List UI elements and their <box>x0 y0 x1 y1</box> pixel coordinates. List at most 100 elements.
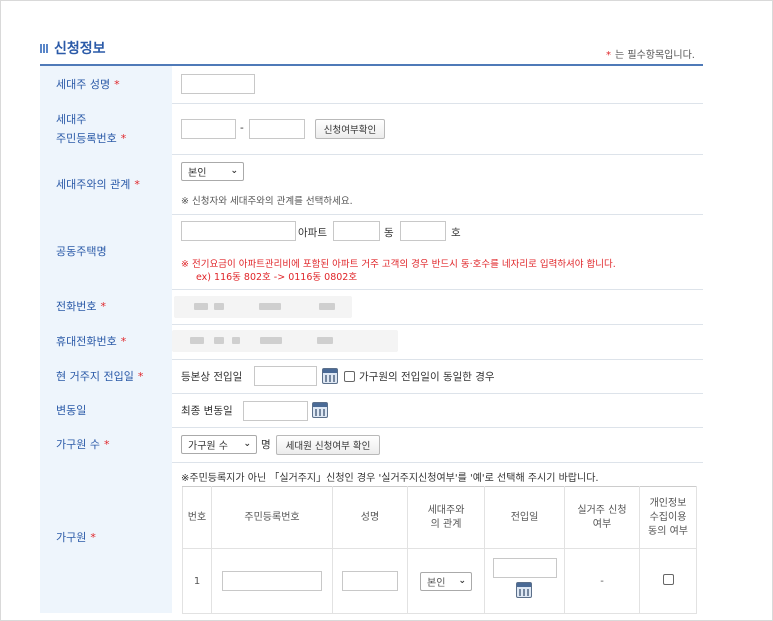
required-star: * <box>606 50 611 61</box>
change-date-prefix: 최종 변동일 <box>181 405 233 417</box>
member-move-in-cell <box>484 548 565 614</box>
label-move-in-date: 현 거주지 전입일 * <box>40 359 172 393</box>
required-star: * <box>137 369 144 383</box>
relation-note: ※ 신청자와 세대주와의 관계를 선택하세요. <box>181 196 353 207</box>
required-star: * <box>120 131 127 145</box>
label-relation: 세대주와의 관계 * <box>40 154 172 214</box>
required-star: * <box>134 177 140 191</box>
member-rrn-input[interactable] <box>222 571 322 591</box>
chevron-down-icon: ⌄ <box>230 166 238 176</box>
required-star: * <box>120 335 127 348</box>
phone-input-group-redacted[interactable] <box>174 296 352 318</box>
label-text: 가구원 수 <box>56 438 100 451</box>
apartment-warning-note: ※ 전기요금이 아파트관리비에 포함된 아파트 거주 고객의 경우 반드시 동·… <box>181 259 616 270</box>
col-header: 주민등록번호 <box>211 486 333 549</box>
application-form-table: 세대주 성명 * 세대주 주민등록번호 * - 신청여부확인 세대주와의 관계 * 본인… <box>40 64 703 614</box>
table-row: 1 본인 ⌄ - <box>182 548 697 614</box>
col-header: 실거주 신청 여부 <box>564 486 640 549</box>
check-application-button[interactable]: 신청여부확인 <box>315 119 385 139</box>
apartment-example-note: ex) 116동 802호 -> 0116동 0802호 <box>196 272 358 283</box>
col-header: 번호 <box>182 486 212 549</box>
required-star: * <box>100 300 106 313</box>
member-move-in-input[interactable] <box>493 558 557 578</box>
member-name-cell <box>332 548 408 614</box>
label-change-date: 변동일 <box>40 393 172 427</box>
required-note-text: 는 필수항목입니다. <box>615 50 695 61</box>
calendar-icon[interactable] <box>516 582 532 598</box>
member-real-residence: - <box>564 548 640 614</box>
row-relation: 세대주와의 관계 * 본인 ⌄ ※ 신청자와 세대주와의 관계를 선택하세요. <box>40 154 703 215</box>
label-text: 가구원 <box>56 531 87 544</box>
required-star: * <box>103 438 110 451</box>
row-change-date: 변동일 최종 변동일 <box>40 393 703 428</box>
apartment-name-input[interactable] <box>181 221 296 241</box>
member-relation-value: 본인 <box>427 577 446 589</box>
section-title: 신청정보 <box>40 38 106 58</box>
dong-suffix: 동 <box>384 227 394 239</box>
member-count-select[interactable]: 가구원 수 ⌄ <box>181 435 257 454</box>
member-application-check-button[interactable]: 세대원 신청여부 확인 <box>276 435 380 455</box>
member-count-suffix: 명 <box>261 439 271 451</box>
rrn-separator: - <box>240 122 244 134</box>
row-householder-rrn: 세대주주민등록번호 * - 신청여부확인 <box>40 103 703 155</box>
col-header: 성명 <box>332 486 408 549</box>
ho-suffix: 호 <box>451 227 461 239</box>
row-move-in-date: 현 거주지 전입일 * 등본상 전입일 가구원의 전입일이 동일한 경우 <box>40 359 703 394</box>
members-table-header: 번호 주민등록번호 성명 세대주와 의 관계 전입일 실거주 신청 여부 개인정… <box>182 486 697 549</box>
row-phone: 전화번호 * <box>40 289 703 325</box>
householder-rrn-first-input[interactable] <box>181 119 236 139</box>
dong-input[interactable] <box>333 221 380 241</box>
col-header: 세대주와 의 관계 <box>407 486 485 549</box>
householder-rrn-second-input[interactable] <box>249 119 305 139</box>
member-consent-checkbox[interactable] <box>662 574 674 585</box>
chevron-down-icon: ⌄ <box>458 575 466 586</box>
chevron-down-icon: ⌄ <box>243 439 251 449</box>
same-move-in-date-checkbox[interactable] <box>344 371 355 382</box>
member-relation-select[interactable]: 본인 ⌄ <box>420 571 472 591</box>
calendar-icon[interactable] <box>312 402 328 418</box>
label-text: 세대주와의 관계 <box>56 177 131 191</box>
col-header: 전입일 <box>484 486 565 549</box>
label-text: 세대주 성명 <box>56 78 111 91</box>
householder-name-input[interactable] <box>181 74 255 94</box>
member-count-selected-value: 가구원 수 <box>188 441 228 452</box>
row-member-count: 가구원 수 * 가구원 수 ⌄ 명 세대원 신청여부 확인 <box>40 427 703 463</box>
calendar-icon[interactable] <box>322 368 338 384</box>
members-note: ※주민등록지가 아닌 「실거주지」신청인 경우 '실거주지신청여부'를 '예'로… <box>181 473 599 484</box>
label-text: 휴대전화번호 <box>56 335 117 348</box>
mobile-input-group-redacted[interactable] <box>172 330 398 352</box>
row-householder-name: 세대주 성명 * <box>40 66 703 104</box>
label-text: 전화번호 <box>56 300 97 313</box>
label-member-count: 가구원 수 * <box>40 427 172 462</box>
apartment-suffix: 아파트 <box>298 227 327 239</box>
label-text: 주민등록번호 <box>56 131 117 145</box>
label-text: 현 거주지 전입일 <box>56 369 134 383</box>
label-phone: 전화번호 * <box>40 289 172 324</box>
required-star: * <box>90 531 96 544</box>
relation-selected-value: 본인 <box>188 168 207 179</box>
label-householder-rrn: 세대주주민등록번호 * <box>40 103 172 154</box>
label-mobile: 휴대전화번호 * <box>40 324 172 359</box>
required-note: * 는 필수항목입니다. <box>606 46 695 61</box>
label-text: 세대주 <box>56 112 87 126</box>
member-name-input[interactable] <box>342 571 398 591</box>
row-members: 가구원 * ※주민등록지가 아닌 「실거주지」신청인 경우 '실거주지신청여부'를… <box>40 462 703 614</box>
label-text: 공동주택명 <box>56 245 107 258</box>
row-mobile: 휴대전화번호 * <box>40 324 703 360</box>
ho-input[interactable] <box>400 221 446 241</box>
label-text: 변동일 <box>56 403 87 417</box>
member-rrn-cell <box>211 548 333 614</box>
change-date-input[interactable] <box>243 401 308 421</box>
member-consent-cell <box>639 548 697 614</box>
member-number: 1 <box>182 548 212 614</box>
section-title-text: 신청정보 <box>54 41 106 57</box>
required-star: * <box>114 78 120 91</box>
same-move-in-date-label: 가구원의 전입일이 동일한 경우 <box>359 371 495 383</box>
row-apartment: 공동주택명 아파트 동 호 ※ 전기요금이 아파트관리비에 포함된 아파트 거주… <box>40 214 703 290</box>
relation-select[interactable]: 본인 ⌄ <box>181 162 244 181</box>
member-relation-cell: 본인 ⌄ <box>407 548 485 614</box>
members-table: 번호 주민등록번호 성명 세대주와 의 관계 전입일 실거주 신청 여부 개인정… <box>182 486 697 614</box>
label-members: 가구원 * <box>40 462 172 613</box>
move-in-date-input[interactable] <box>254 366 317 386</box>
col-header: 개인정보 수집이용 동의 여부 <box>639 486 697 549</box>
